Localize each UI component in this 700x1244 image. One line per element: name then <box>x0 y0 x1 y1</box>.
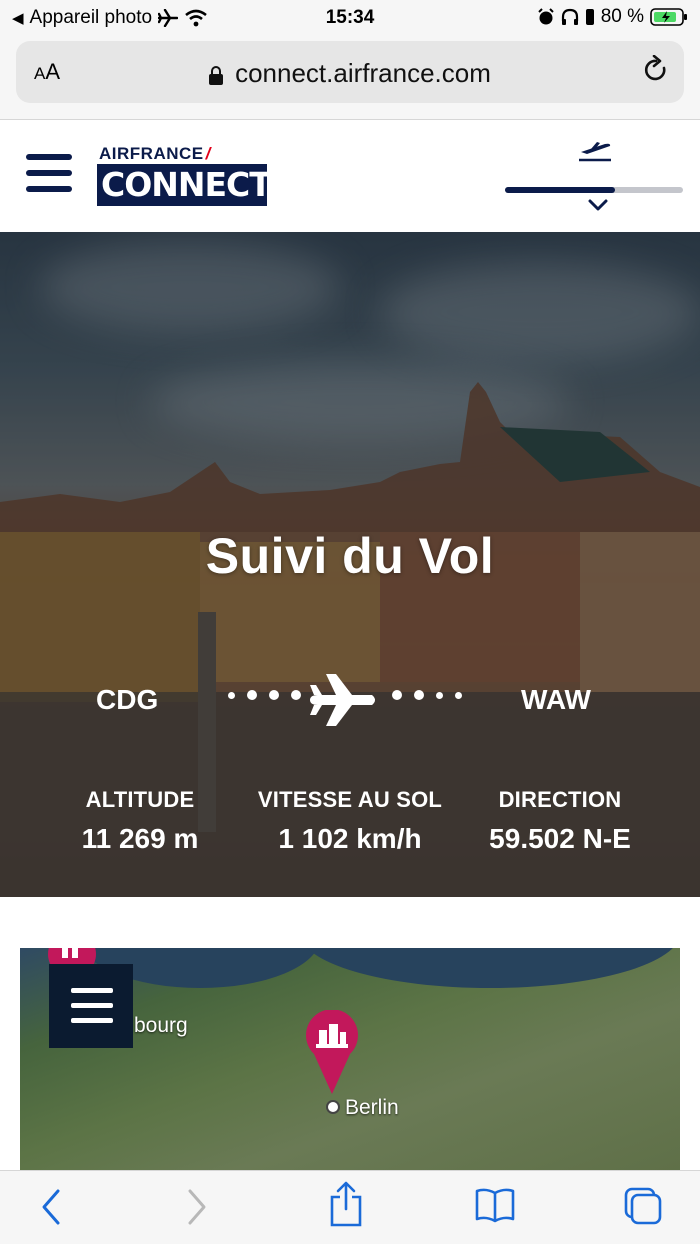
lock-icon <box>209 66 224 85</box>
address-bar[interactable]: AA connect.airfrance.com <box>16 41 684 103</box>
alarm-icon <box>537 8 554 25</box>
airplane-icon <box>310 674 375 726</box>
stat-altitude: ALTITUDE 11 269 m <box>70 787 210 855</box>
progress-track <box>505 187 683 193</box>
site-header: AIRFRANCE / CONNECT <box>0 120 700 232</box>
map-label-berlin: Berlin <box>345 1096 399 1119</box>
url-field[interactable]: connect.airfrance.com <box>16 58 684 89</box>
status-right: 80 % <box>537 6 688 28</box>
map-menu-button[interactable] <box>49 964 133 1048</box>
bookmarks-icon[interactable] <box>474 1187 516 1223</box>
airfrance-connect-logo[interactable]: AIRFRANCE / CONNECT <box>97 144 272 206</box>
tabs-icon[interactable] <box>622 1185 664 1227</box>
logo-connect: CONNECT <box>97 164 272 206</box>
stat-label: VITESSE AU SOL <box>257 787 443 812</box>
map-label-city: bourg <box>134 1014 188 1037</box>
back-icon[interactable] <box>38 1187 64 1227</box>
stat-label: DIRECTION <box>498 787 622 812</box>
progress-fill <box>505 187 616 193</box>
page-title: Suivi du Vol <box>205 528 495 584</box>
route-dots-left <box>228 690 301 700</box>
route-dots-right <box>392 690 462 700</box>
reload-icon[interactable] <box>642 55 670 85</box>
forward-icon[interactable] <box>184 1187 210 1227</box>
takeoff-plane-icon <box>579 142 611 162</box>
portrait-lock-icon <box>585 9 594 25</box>
stat-value: 59.502 N-E <box>489 823 631 854</box>
city-pin-icon[interactable] <box>304 1010 360 1094</box>
berlin-marker <box>326 1100 340 1114</box>
share-icon[interactable] <box>328 1181 364 1227</box>
menu-button[interactable] <box>26 154 72 194</box>
headphones-icon <box>561 8 578 25</box>
stat-label: ALTITUDE <box>85 787 195 812</box>
destination-code: WAW <box>521 684 591 715</box>
stat-value: 1 102 km/h <box>278 823 422 854</box>
stat-ground-speed: VITESSE AU SOL 1 102 km/h <box>240 787 460 855</box>
flight-map[interactable]: bourg Berlin <box>20 948 680 1170</box>
battery-icon <box>650 8 687 26</box>
stat-direction: DIRECTION 59.502 N-E <box>470 787 650 855</box>
origin-code: CDG <box>96 684 159 715</box>
browser-chrome: AA connect.airfrance.com <box>0 36 700 120</box>
logo-airfrance: AIRFRANCE / <box>99 144 211 163</box>
stat-value: 11 269 m <box>81 823 199 854</box>
flight-progress[interactable] <box>505 140 683 222</box>
browser-toolbar <box>0 1170 700 1244</box>
status-bar: ◀ Appareil photo 15:34 80 % <box>0 0 700 36</box>
url-text: connect.airfrance.com <box>235 58 491 88</box>
hero-banner: Suivi du Vol CDG WAW ALTITUDE 11 269 m V… <box>0 232 700 897</box>
battery-percent: 80 % <box>600 6 644 27</box>
flight-route: CDG WAW <box>0 672 700 732</box>
chevron-down-icon[interactable] <box>588 198 608 212</box>
